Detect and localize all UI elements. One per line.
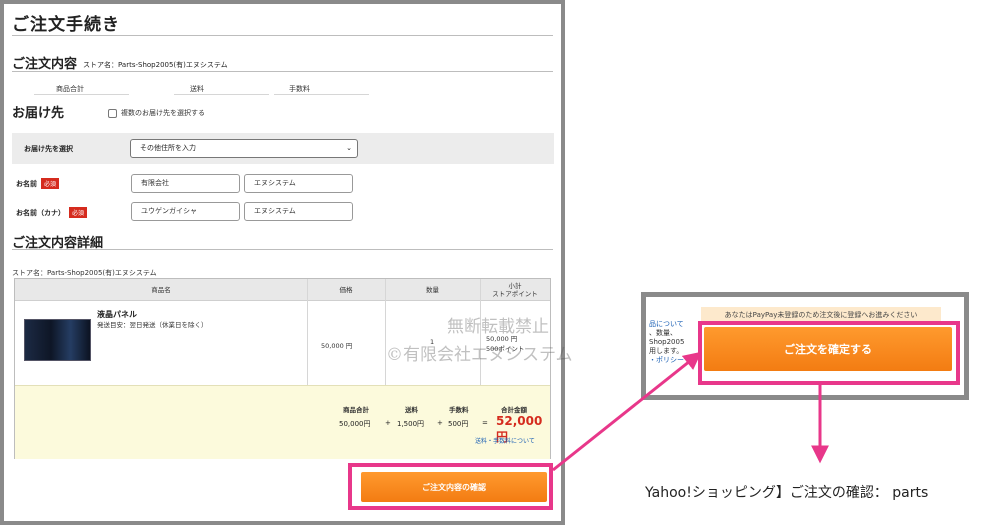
side-text: 品について 、数量、 Shop2005 用します。 ・ポリシー <box>649 320 684 365</box>
total-shipping: 1,500円 <box>397 420 425 428</box>
last-name-field[interactable]: 有限会社 <box>131 174 240 193</box>
first-name-kana-field[interactable]: エヌシステム <box>244 202 353 221</box>
side-text-line: Shop2005 <box>649 338 685 346</box>
store-name: ストア名：Parts-Shop2005(有)エヌシステム <box>83 60 228 69</box>
col-price: 価格 <box>339 286 353 294</box>
summary-underline <box>34 94 129 95</box>
total-products: 50,000円 <box>339 420 371 428</box>
first-name-field[interactable]: エヌシステム <box>244 174 353 193</box>
plus-sign: + <box>385 419 391 427</box>
order-procedure-panel: ご注文手続き ご注文内容 ストア名：Parts-Shop2005(有)エヌシステム… <box>0 0 565 525</box>
item-price: 50,000 円 <box>321 342 353 350</box>
summary-underline <box>274 94 369 95</box>
fee-info-link[interactable]: 送料・手数料について <box>475 436 535 445</box>
summary-label-products: 商品合計 <box>56 85 84 93</box>
column-divider <box>480 279 481 385</box>
table-header: 商品名 価格 数量 小計 ストアポイント <box>15 279 550 301</box>
plus-sign: + <box>437 419 443 427</box>
address-select-value: その他住所を入力 <box>140 144 196 152</box>
multi-address-label: 複数のお届け先を選択する <box>121 109 205 117</box>
shipping-estimate: 発送目安：翌日発送（休業日を除く） <box>97 321 208 329</box>
address-select-row: お届け先を選択 その他住所を入力 ⌄ <box>12 133 554 164</box>
multi-address-checkbox[interactable] <box>108 108 117 118</box>
item-points: 500ポイント <box>486 345 525 353</box>
summary-label-shipping: 送料 <box>190 85 204 93</box>
summary-label-fee: 手数料 <box>289 85 310 93</box>
address-select[interactable]: その他住所を入力 ⌄ <box>130 139 358 158</box>
policy-link[interactable]: ・ポリシー <box>649 356 684 365</box>
page-title: ご注文手続き <box>12 15 120 35</box>
side-text-line: 用します。 <box>649 347 684 355</box>
details-store-name: ストア名：Parts-Shop2005(有)エヌシステム <box>12 269 157 277</box>
name-kana-label: お名前（カナ） 必須 <box>16 207 88 218</box>
total-fee: 500円 <box>448 420 469 428</box>
total-label-fee: 手数料 <box>449 406 469 414</box>
column-divider <box>307 279 308 385</box>
totals-area: 商品合計 送料 手数料 合計金額 50,000円 + 1,500円 + 500円… <box>15 385 550 459</box>
multi-address-option[interactable]: 複数のお届け先を選択する <box>108 108 205 118</box>
col-product: 商品名 <box>151 286 171 294</box>
required-badge: 必須 <box>41 178 60 189</box>
confirm-order-details-button[interactable]: ご注文内容の確認 <box>361 472 547 502</box>
place-order-button[interactable]: ご注文を確定する <box>704 327 952 371</box>
divider <box>12 249 553 250</box>
address-select-label: お届け先を選択 <box>24 145 73 153</box>
place-order-panel: あなたはPayPay未登録のため注文後に登録へお進みください 品について 、数量… <box>641 292 969 400</box>
divider <box>12 35 553 36</box>
required-badge: 必須 <box>69 207 88 218</box>
name-label: お名前 必須 <box>16 178 60 189</box>
total-label-shipping: 送料 <box>405 406 418 414</box>
item-qty: 1 <box>430 338 435 346</box>
delivery-heading: お届け先 <box>12 106 65 121</box>
col-subtotal: 小計 ストアポイント <box>492 282 538 298</box>
chevron-down-icon: ⌄ <box>346 144 352 152</box>
product-image[interactable] <box>24 319 91 361</box>
divider <box>12 71 553 72</box>
equals-sign: = <box>482 419 488 427</box>
order-confirmation-title: Yahoo!ショッピング】ご注文の確認： parts <box>645 485 929 501</box>
col-qty: 数量 <box>426 286 439 294</box>
order-contents-heading: ご注文内容 ストア名：Parts-Shop2005(有)エヌシステム <box>12 57 228 72</box>
last-name-kana-field[interactable]: ユウゲンガイシャ <box>131 202 240 221</box>
column-divider <box>385 279 386 385</box>
side-text-line: 、数量、 <box>649 329 677 337</box>
side-link[interactable]: 品について <box>649 320 684 329</box>
order-details-table: 商品名 価格 数量 小計 ストアポイント 液晶パネル 発送目安：翌日発送（休業日… <box>14 278 551 459</box>
summary-underline <box>174 94 269 95</box>
total-label-grand: 合計金額 <box>501 406 527 414</box>
item-subtotal: 50,000 円 <box>486 335 518 343</box>
total-label-products: 商品合計 <box>343 406 369 414</box>
